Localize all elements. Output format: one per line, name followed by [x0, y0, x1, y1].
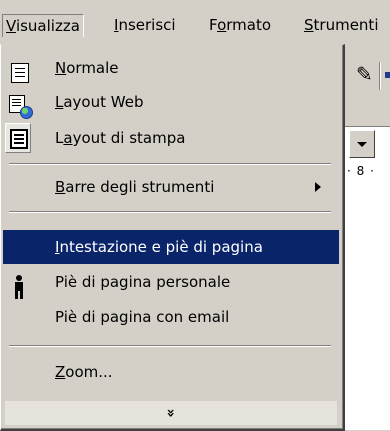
- menu-item-pie-di-pagina-personale[interactable]: Piè di pagina personale: [3, 265, 339, 299]
- toolbar-separator: [379, 62, 381, 90]
- font-combo[interactable]: [345, 126, 390, 162]
- menu-bar: Visualizza Inserisci Formato Strumenti: [0, 0, 390, 44]
- chevron-down-icon[interactable]: [349, 130, 375, 158]
- menu-item-layout-web[interactable]: Layout Web: [3, 85, 339, 119]
- print-layout-icon: [5, 121, 33, 155]
- menu-strumenti[interactable]: Strumenti: [304, 14, 378, 36]
- menu-item-label: Barre degli strumenti: [55, 178, 215, 196]
- view-dropdown-menu: Normale Layout Web Layout di stampa Barr…: [0, 44, 345, 431]
- menu-item-intestazione-e-pie-di-pagina[interactable]: Intestazione e piè di pagina: [3, 230, 339, 264]
- ruler: · 8 ·: [345, 160, 390, 183]
- menu-item-label: Intestazione e piè di pagina: [55, 238, 263, 256]
- menu-formato[interactable]: Formato: [209, 14, 271, 36]
- menu-item-label: Layout Web: [55, 93, 144, 111]
- menu-item-label: Layout di stampa: [55, 129, 186, 147]
- menu-item-zoom[interactable]: Zoom...: [3, 355, 339, 389]
- menu-item-label: Zoom...: [55, 363, 113, 381]
- menu-visualizza[interactable]: Visualizza: [2, 14, 84, 37]
- menu-item-layout-di-stampa[interactable]: Layout di stampa: [3, 121, 339, 155]
- menu-separator: [9, 211, 331, 213]
- normal-view-icon: [7, 57, 29, 83]
- expand-menu-chevron-icon[interactable]: »: [5, 401, 337, 425]
- submenu-arrow-icon: [315, 182, 321, 192]
- menu-item-label: Piè di pagina con email: [55, 308, 230, 326]
- menu-separator: [9, 345, 331, 347]
- menu-inserisci[interactable]: Inserisci: [114, 14, 176, 36]
- menu-separator: [9, 163, 331, 165]
- document-area[interactable]: [345, 182, 390, 430]
- menu-item-label: Piè di pagina personale: [55, 273, 231, 291]
- format-painter-icon[interactable]: ✎: [356, 64, 373, 84]
- web-layout-icon: [7, 91, 33, 119]
- person-icon: [7, 271, 29, 299]
- menu-item-barre-degli-strumenti[interactable]: Barre degli strumenti: [3, 170, 339, 204]
- menu-item-label: Normale: [55, 59, 119, 77]
- menu-item-normale[interactable]: Normale: [3, 51, 339, 85]
- menu-item-pie-di-pagina-con-email[interactable]: Piè di pagina con email: [3, 300, 339, 334]
- toolbar-button-icon[interactable]: [385, 72, 390, 78]
